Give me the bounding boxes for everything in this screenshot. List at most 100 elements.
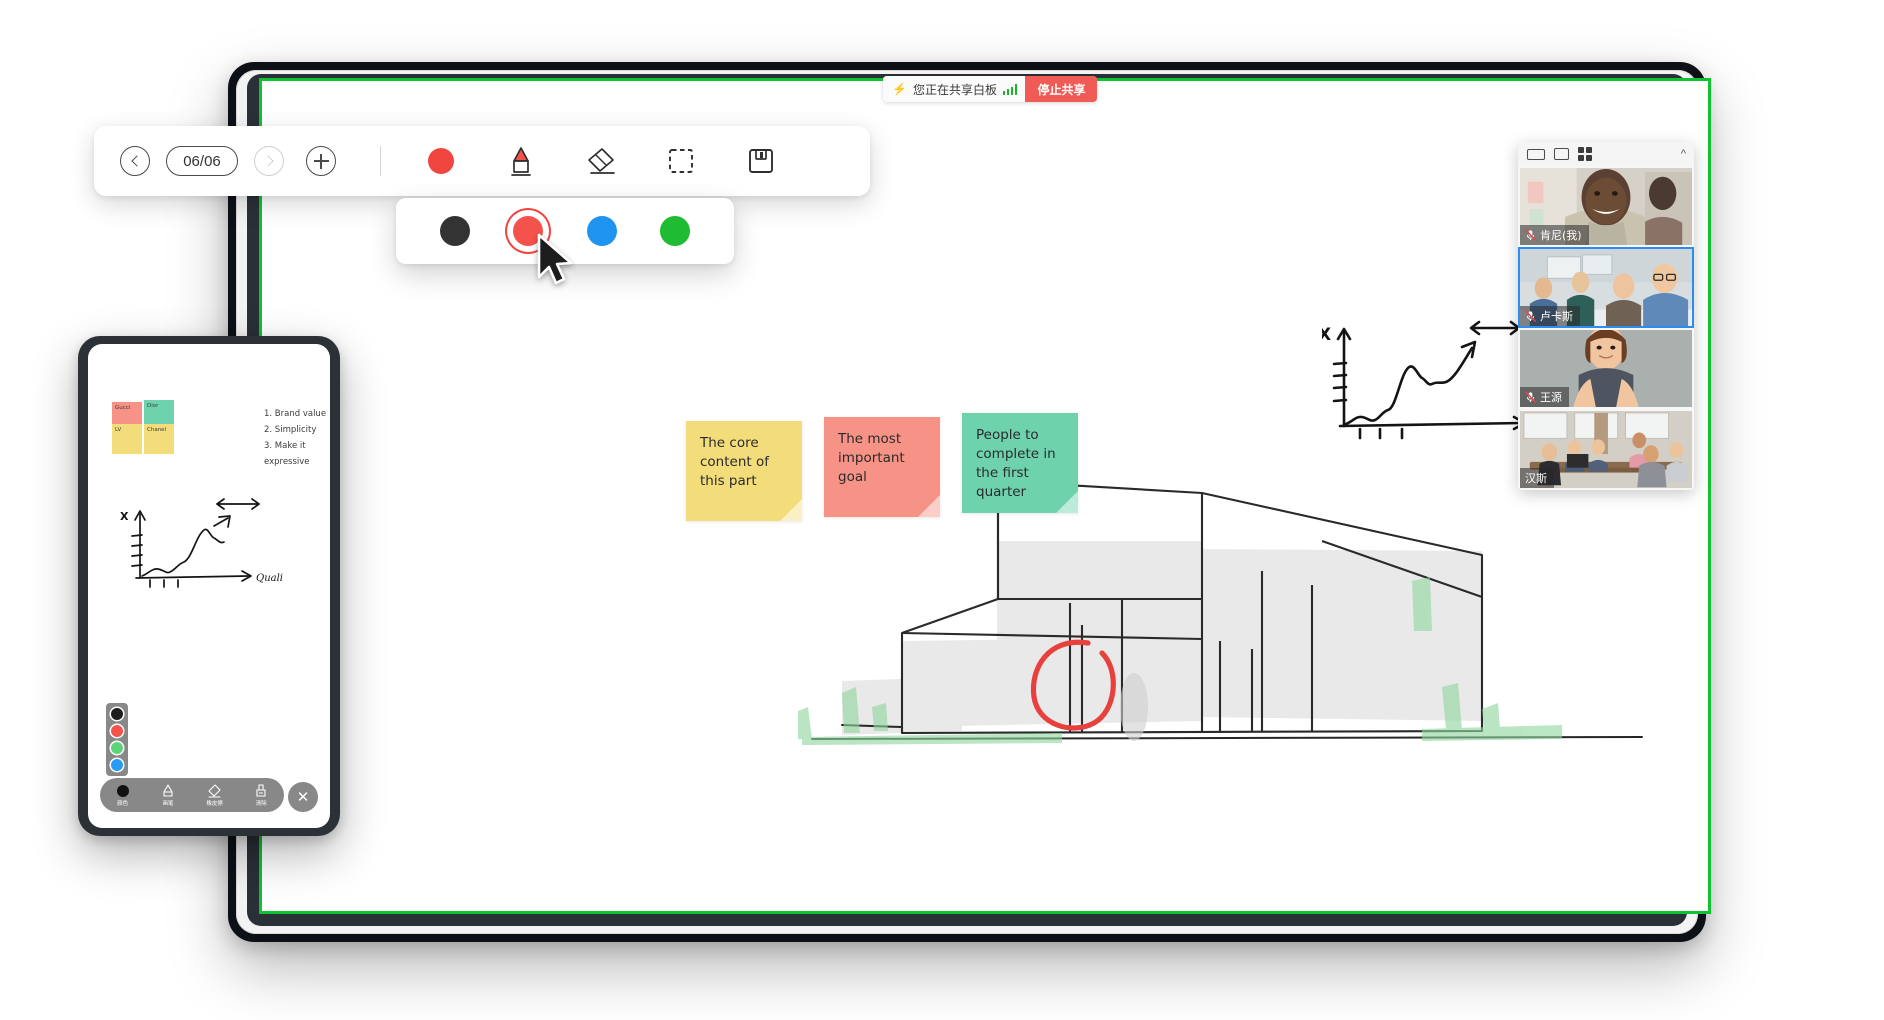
sticky-note-text: The core content of this part [700,435,769,489]
mobile-color-blue[interactable] [111,759,123,771]
plus-icon [313,153,329,169]
chevron-left-icon [130,155,143,167]
mobile-color-green[interactable] [111,742,123,754]
sticky-note-yellow[interactable]: The core content of this part [686,421,802,521]
red-circle-annotation [1030,639,1116,731]
note-fold-corner [1056,491,1078,513]
mobile-list-item-1: 1. Brand value [264,409,327,419]
sticky-note-text: The most important goal [838,431,905,485]
participant-label-3: 王源 [1520,387,1569,407]
sticky-note-green[interactable]: People to complete in the first quarter [962,413,1078,513]
color-option-red[interactable] [505,208,551,254]
participant-tile-1[interactable]: 肯尼(我) [1518,166,1694,247]
mobile-toolbar: 颜色 画笔 橡皮擦 清除 [100,778,284,812]
color-option-black[interactable] [432,208,478,254]
mobile-list-item-3: 3. Make it expressive [264,441,310,467]
pencil-icon [163,783,173,797]
eraser-tool[interactable] [575,140,627,182]
participant-label-1: 肯尼(我) [1520,225,1589,245]
page-indicator[interactable]: 06/06 [166,146,238,176]
toolbar-divider [380,146,381,176]
mobile-list: 1. Brand value 2. Simplicity 3. Make it … [264,406,330,470]
mobile-note-label: Chanel [147,427,167,433]
screenshot-root: X Qualit [0,0,1884,1020]
mobile-sketch-chart: X Quali [120,498,283,588]
mobile-sketch-y-label: X [120,510,129,523]
mobile-screen: Gucci Dior LV Chanel 1. Brand value 2. S… [88,344,330,828]
chevron-right-icon [261,155,274,167]
mobile-sketch-x-label: Quali [256,573,283,584]
mobile-color-button[interactable]: 颜色 [116,784,130,807]
participant-tile-4[interactable]: 汉斯 [1518,409,1694,490]
circle-filled-icon [439,216,470,246]
mobile-tool-label: 画笔 [162,800,174,807]
eraser-icon [588,148,615,174]
pencil-tool[interactable] [495,140,547,182]
clear-broom-icon [256,783,266,797]
participant-name: 王源 [1540,391,1562,404]
sticky-note-red[interactable]: The most important goal [824,417,940,517]
note-fold-corner [918,495,940,517]
mobile-brush-button[interactable]: 画笔 [161,783,175,807]
participant-panel-header: ^ [1518,142,1694,166]
pencil-icon [511,147,531,176]
close-icon: ✕ [296,789,310,806]
circle-filled-icon [586,216,617,246]
share-banner-text: 您正在共享白板 [912,82,997,97]
mobile-clear-button[interactable]: 清除 [254,783,268,807]
mic-off-icon [1525,229,1536,241]
mic-off-icon [1525,310,1536,322]
chevron-up-icon[interactable]: ^ [1681,148,1686,160]
floppy-disk-icon [749,149,773,173]
mobile-color-red[interactable] [111,725,123,737]
participant-name: 肯尼(我) [1540,229,1582,242]
sticky-note-text: People to complete in the first quarter [976,427,1056,500]
bolt-icon: ⚡ [892,82,907,96]
save-tool[interactable] [735,140,787,182]
building-sketch [798,481,1643,745]
color-swatch-tool[interactable] [415,140,467,182]
single-view-icon[interactable] [1554,148,1569,160]
mobile-color-strip [106,703,128,776]
mobile-note-chanel[interactable]: Chanel [144,424,174,454]
dashed-selection-icon [669,149,693,173]
mobile-note-label: Dior [147,403,159,409]
note-fold-corner [780,499,802,521]
participant-label-4: 汉斯 [1520,468,1554,488]
color-circle-icon [116,784,129,797]
participant-tile-2[interactable]: 卢卡斯 [1518,247,1694,328]
participant-label-2: 卢卡斯 [1520,306,1580,326]
mobile-tool-label: 橡皮擦 [206,800,223,807]
mobile-tool-label: 清除 [255,800,267,807]
mobile-note-label: Gucci [115,405,131,411]
sketch-chart-y-label: X [1322,325,1331,345]
color-option-green[interactable] [652,208,698,254]
mobile-note-label: LV [115,427,122,433]
drawing-tools [415,140,787,182]
add-page-button[interactable] [306,146,336,176]
eraser-icon [208,783,221,798]
stop-share-button[interactable]: 停止共享 [1025,76,1098,102]
prev-page-button[interactable] [120,146,150,176]
participant-name: 汉斯 [1525,472,1547,485]
circle-filled-icon [428,148,454,174]
page-navigation: 06/06 [120,146,336,176]
mobile-note-lv[interactable]: LV [112,424,142,454]
grid-view-icon[interactable] [1578,147,1592,161]
participant-panel: ^ 肯尼(我) 卢卡斯 王源 汉斯 [1518,142,1694,490]
mic-off-icon [1525,391,1536,403]
participant-name: 卢卡斯 [1540,310,1573,323]
select-tool[interactable] [655,140,707,182]
signal-strength-icon [1002,83,1018,95]
mobile-close-button[interactable]: ✕ [288,782,318,812]
participant-tile-3[interactable]: 王源 [1518,328,1694,409]
share-banner-info: ⚡ 您正在共享白板 [883,76,1026,102]
color-option-blue[interactable] [579,208,625,254]
circle-filled-icon [513,216,544,246]
mobile-eraser-button[interactable]: 橡皮擦 [206,783,223,807]
share-banner: ⚡ 您正在共享白板 停止共享 [883,76,1098,102]
mobile-color-black[interactable] [111,708,123,720]
speaker-view-icon[interactable] [1527,148,1545,160]
next-page-button[interactable] [254,146,284,176]
circle-filled-icon [660,216,691,246]
